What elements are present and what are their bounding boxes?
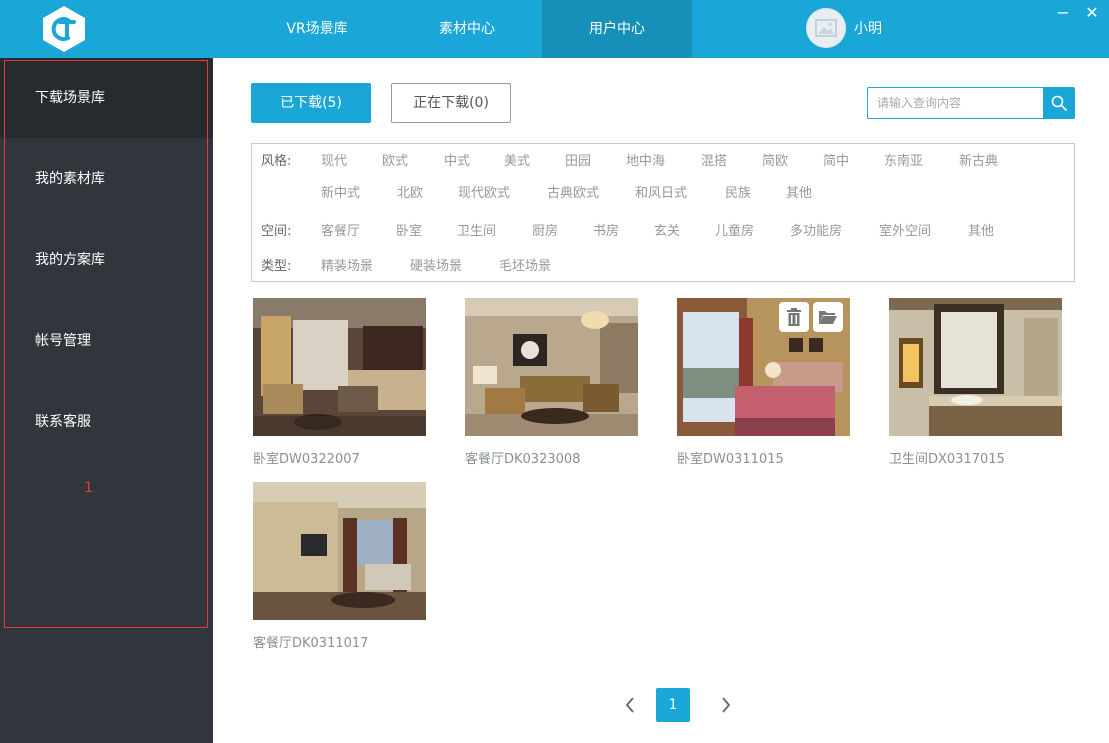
filter-style-option[interactable]: 古典欧式 — [547, 182, 599, 201]
filter-space-option[interactable]: 客餐厅 — [321, 220, 360, 239]
filter-type-option[interactable]: 硬装场景 — [410, 255, 462, 274]
filter-space-option[interactable]: 儿童房 — [715, 220, 754, 239]
filter-style-option[interactable]: 田园 — [565, 150, 591, 169]
filter-space-row: 空间: 客餐厅 卧室 卫生间 厨房 书房 玄关 儿童房 多功能房 室外空间 其他 — [261, 220, 1061, 240]
scene-name: 卧室DW0322007 — [253, 452, 360, 467]
search-box — [867, 87, 1075, 119]
tab-downloaded[interactable]: 已下载(5) — [251, 83, 371, 123]
filter-space-option[interactable]: 卧室 — [396, 220, 422, 239]
scene-thumbnail[interactable] — [465, 298, 638, 436]
folder-icon — [819, 311, 837, 324]
filter-style-label: 风格: — [261, 154, 292, 169]
username: 小明 — [854, 21, 882, 37]
prev-page-button[interactable] — [613, 688, 647, 722]
filter-type-option[interactable]: 毛坯场景 — [499, 255, 551, 274]
filter-style-option[interactable]: 其他 — [786, 182, 812, 201]
filter-style-option[interactable]: 新古典 — [959, 150, 998, 169]
scene-name: 客餐厅DK0323008 — [465, 452, 581, 467]
scene-card[interactable]: 客餐厅DK0311017 — [253, 482, 426, 651]
filter-panel: 风格: 现代 欧式 中式 美式 田园 地中海 混搭 简欧 简中 东南亚 新古典 … — [251, 143, 1075, 282]
trash-icon — [787, 308, 801, 326]
next-page-button[interactable] — [709, 688, 743, 722]
filter-style-option[interactable]: 新中式 — [321, 182, 360, 201]
filter-style-row-2: 新中式 北欧 现代欧式 古典欧式 和风日式 民族 其他 — [261, 182, 1061, 202]
filter-space-option[interactable]: 书房 — [593, 220, 619, 239]
open-folder-button[interactable] — [813, 302, 843, 332]
annotation-frame — [4, 60, 208, 628]
filter-space-option[interactable]: 玄关 — [654, 220, 680, 239]
nav-vr-scene-library[interactable]: VR场景库 — [242, 0, 392, 58]
filter-space-option[interactable]: 多功能房 — [790, 220, 842, 239]
close-button[interactable]: ✕ — [1080, 2, 1104, 26]
app-logo — [38, 4, 90, 54]
scene-name: 卧室DW0311015 — [677, 452, 784, 467]
filter-type-row: 类型: 精装场景 硬装场景 毛坯场景 — [261, 255, 1061, 275]
filter-space-option[interactable]: 卫生间 — [457, 220, 496, 239]
filter-style-option[interactable]: 简欧 — [762, 150, 788, 169]
filter-style-option[interactable]: 简中 — [823, 150, 849, 169]
minimize-button[interactable]: − — [1051, 2, 1075, 26]
filter-style-option[interactable]: 民族 — [725, 182, 751, 201]
scene-thumbnail[interactable] — [253, 482, 426, 620]
scene-name: 客餐厅DK0311017 — [253, 636, 369, 651]
filter-space-option[interactable]: 厨房 — [532, 220, 558, 239]
scene-thumbnail[interactable] — [889, 298, 1062, 436]
scene-card[interactable]: 客餐厅DK0323008 — [465, 298, 638, 467]
filter-style-option[interactable]: 和风日式 — [635, 182, 687, 201]
delete-button[interactable] — [779, 302, 809, 332]
scene-card[interactable]: 卧室DW0311015 — [677, 298, 850, 467]
filter-style-option[interactable]: 现代 — [321, 150, 347, 169]
filter-style-option[interactable]: 东南亚 — [884, 150, 923, 169]
filter-space-option[interactable]: 室外空间 — [879, 220, 931, 239]
filter-style-option[interactable]: 现代欧式 — [458, 182, 510, 201]
chevron-left-icon — [625, 697, 634, 713]
filter-space-option[interactable]: 其他 — [968, 220, 994, 239]
filter-style-option[interactable]: 中式 — [444, 150, 470, 169]
nav-material-center[interactable]: 素材中心 — [392, 0, 542, 58]
scene-thumbnail[interactable] — [253, 298, 426, 436]
chevron-right-icon — [722, 697, 731, 713]
filter-type-option[interactable]: 精装场景 — [321, 255, 373, 274]
filter-style-option[interactable]: 美式 — [504, 150, 530, 169]
page-number-1[interactable]: 1 — [656, 688, 690, 722]
user-menu[interactable]: 小明 — [806, 8, 882, 48]
nav-user-center[interactable]: 用户中心 — [542, 0, 692, 58]
search-icon — [1051, 95, 1067, 111]
filter-style-option[interactable]: 地中海 — [626, 150, 665, 169]
filter-type-label: 类型: — [261, 259, 292, 274]
search-button[interactable] — [1043, 88, 1074, 118]
tab-downloading[interactable]: 正在下载(0) — [391, 83, 511, 123]
avatar[interactable] — [806, 8, 846, 48]
filter-style-row: 风格: 现代 欧式 中式 美式 田园 地中海 混搭 简欧 简中 东南亚 新古典 — [261, 150, 1061, 170]
scene-card[interactable]: 卧室DW0322007 — [253, 298, 426, 467]
filter-space-label: 空间: — [261, 224, 292, 239]
filter-style-option[interactable]: 北欧 — [397, 182, 423, 201]
image-placeholder-icon — [815, 19, 837, 37]
filter-style-option[interactable]: 混搭 — [701, 150, 727, 169]
filter-style-option[interactable]: 欧式 — [382, 150, 408, 169]
scene-name: 卫生间DX0317015 — [889, 452, 1005, 467]
search-input[interactable] — [868, 88, 1044, 118]
top-bar: VR场景库 素材中心 用户中心 小明 − ✕ — [0, 0, 1109, 58]
main-nav: VR场景库 素材中心 用户中心 — [242, 0, 692, 58]
scene-card[interactable]: 卫生间DX0317015 — [889, 298, 1062, 467]
sidebar: 下载场景库 我的素材库 我的方案库 帐号管理 联系客服 1 — [0, 58, 213, 743]
